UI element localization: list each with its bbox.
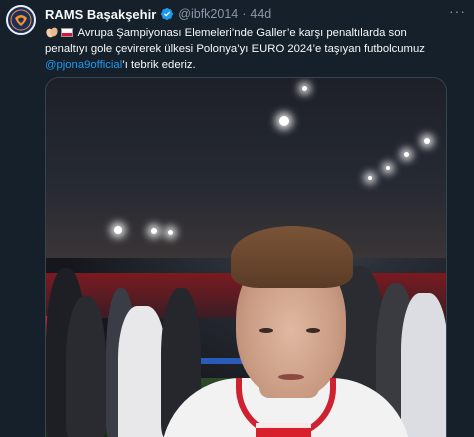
poland-flag-icon [61, 28, 73, 37]
tweet-text-line-3-rest: ’ı tebrik ederiz. [122, 59, 196, 71]
player-eye [259, 328, 273, 333]
tweet-text-line-2: penaltıyı gole çevirerek ülkesi Polonya’… [45, 43, 425, 55]
player-eye [306, 328, 320, 333]
more-options-icon[interactable]: ··· [449, 3, 466, 19]
tweet-text-line-1: Avrupa Şampiyonası Elemeleri’nde Galler’… [45, 25, 450, 41]
stadium-light [151, 228, 157, 234]
player-far-right [401, 293, 446, 437]
mention-link[interactable]: @pjona9official [45, 59, 122, 71]
player-left [118, 306, 166, 437]
stadium-light [279, 116, 289, 126]
tweet[interactable]: RAMS Başakşehir @ibfk2014 · 44d ··· Avru… [0, 0, 474, 437]
tweet-text-line-1-content: Avrupa Şampiyonası Elemeleri’nde Galler’… [77, 27, 407, 39]
shirt-badge [256, 423, 311, 437]
player-hair [231, 226, 353, 288]
tweet-text: Avrupa Şampiyonası Elemeleri’nde Galler’… [45, 25, 450, 73]
stadium-light [114, 226, 122, 234]
avatar[interactable] [6, 5, 36, 35]
stadium-light [424, 138, 430, 144]
timestamp[interactable]: 44d [250, 7, 271, 21]
stadium-light [302, 86, 307, 91]
rams-basaksehir-logo-icon [10, 9, 32, 31]
tweet-text-line-3: @pjona9official’ı tebrik ederiz. [45, 57, 450, 73]
stadium-light [368, 176, 372, 180]
stadium-light [386, 166, 390, 170]
stadium-light [404, 152, 409, 157]
author-name[interactable]: RAMS Başakşehir [45, 7, 156, 22]
video-thumbnail[interactable] [45, 77, 447, 437]
separator-dot: · [242, 7, 247, 21]
crowd-person [66, 296, 106, 437]
author-handle[interactable]: @ibfk2014 [178, 7, 238, 21]
stadium-light [168, 230, 173, 235]
clapping-hands-icon [45, 26, 59, 38]
tweet-header: RAMS Başakşehir @ibfk2014 · 44d ··· [45, 3, 466, 23]
verified-badge-icon [160, 7, 174, 21]
